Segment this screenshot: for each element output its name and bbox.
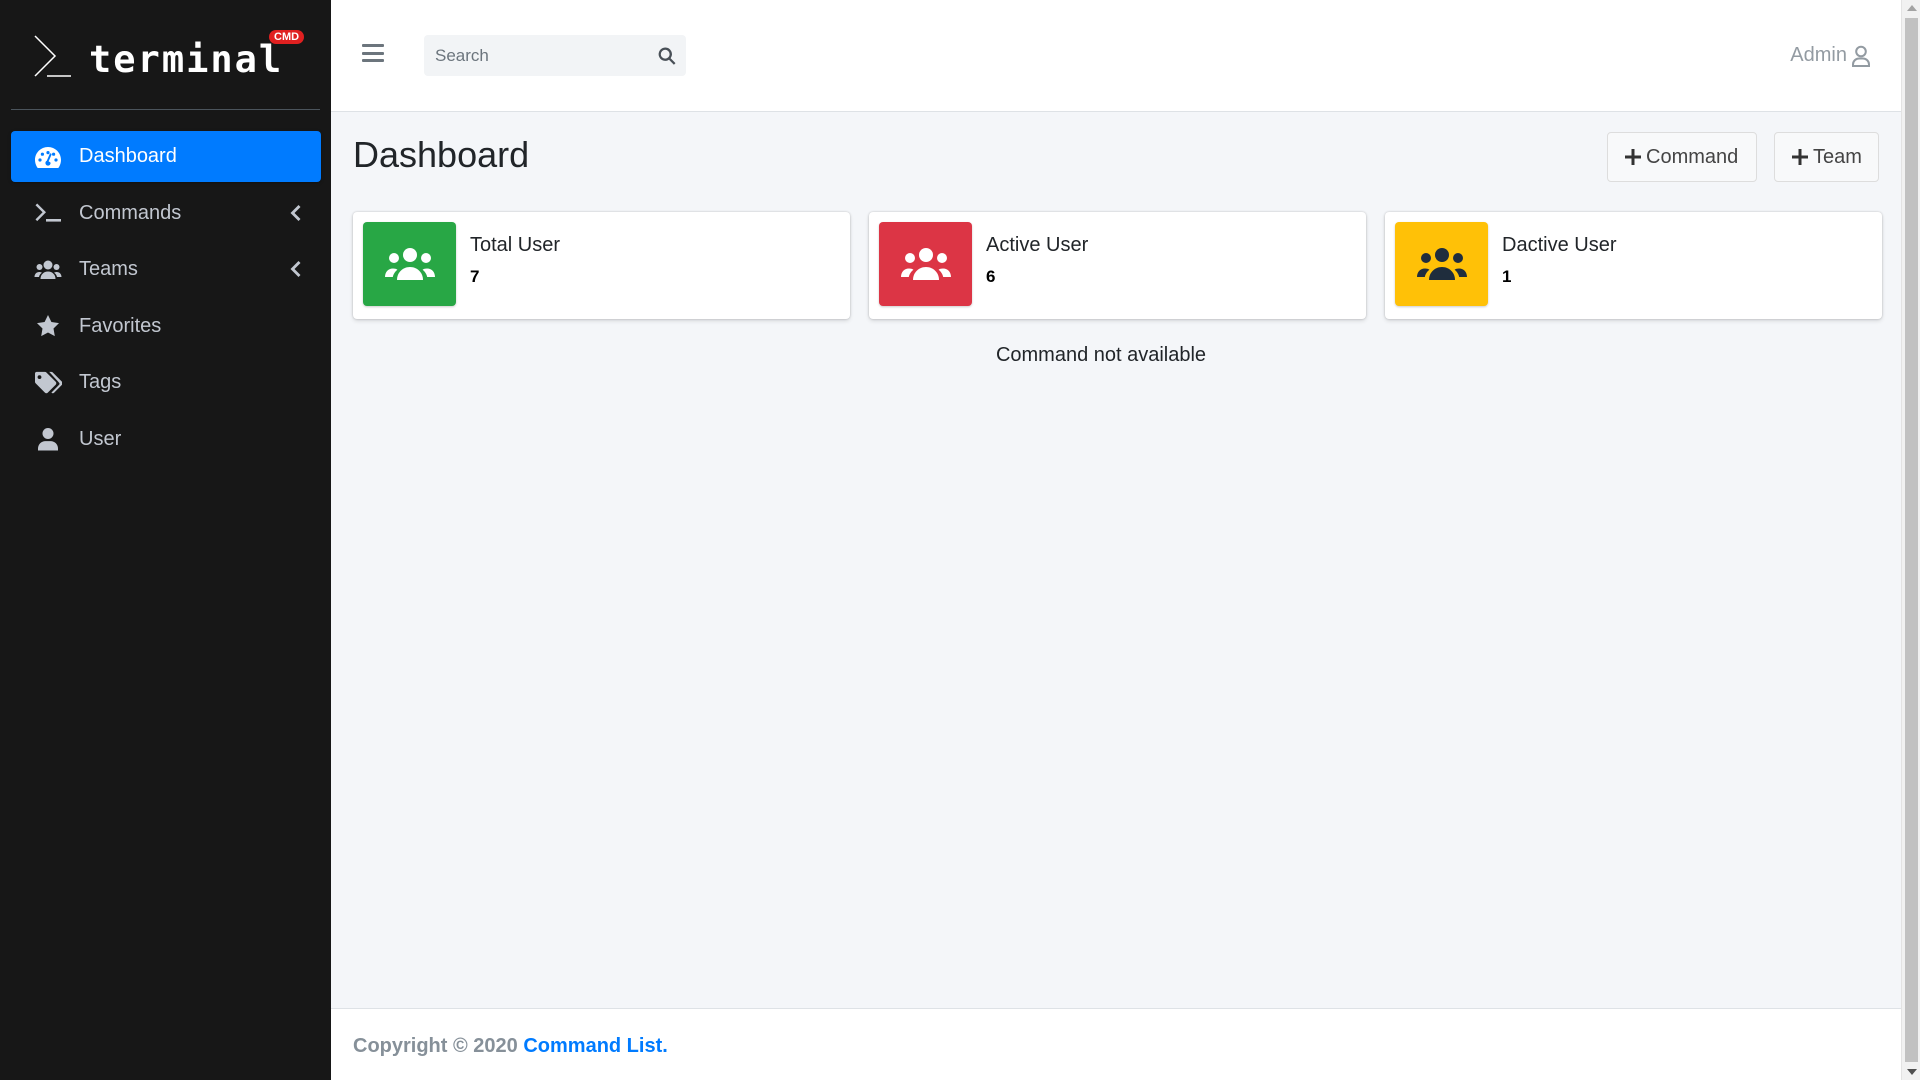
- sidebar-item-favorites[interactable]: Favorites: [11, 301, 321, 352]
- chevron-left-icon: [289, 260, 301, 278]
- sidebar: terminal CMD Dashboard Commands Teams Fa…: [0, 0, 331, 1080]
- stat-icon-box: [879, 222, 972, 306]
- footer-link[interactable]: Command List: [523, 1035, 662, 1057]
- empty-state-message: Command not available: [995, 344, 1207, 366]
- sidebar-item-teams[interactable]: Teams: [11, 244, 321, 295]
- sidebar-item-tags[interactable]: Tags: [11, 357, 321, 408]
- users-icon: [900, 248, 951, 280]
- menu-toggle-icon[interactable]: [362, 44, 384, 62]
- plus-icon: [1625, 149, 1641, 165]
- search-icon[interactable]: [654, 43, 680, 69]
- sidebar-item-label: Dashboard: [79, 145, 177, 167]
- copyright-suffix: .: [662, 1035, 668, 1057]
- terminal-icon: [33, 201, 63, 225]
- stat-card-dactive-user: Dactive User 1: [1385, 212, 1882, 319]
- users-icon: [33, 258, 63, 282]
- sidebar-item-dashboard[interactable]: Dashboard: [11, 131, 321, 182]
- terminal-prompt-icon: [34, 35, 71, 77]
- tachometer-icon: [33, 145, 63, 169]
- copyright: Copyright © 2020 Command List.: [353, 1035, 668, 1058]
- sidebar-item-label: Teams: [79, 258, 138, 280]
- user-menu-label: Admin: [1790, 44, 1847, 66]
- user-icon: [33, 427, 63, 451]
- footer: Copyright © 2020 Command List.: [331, 1008, 1901, 1080]
- stat-label: Dactive User: [1502, 234, 1617, 256]
- scroll-down-arrow-icon[interactable]: [1907, 1069, 1917, 1075]
- stat-value: 7: [470, 267, 480, 286]
- star-icon: [33, 314, 63, 338]
- stat-icon-box: [363, 222, 456, 306]
- chevron-left-icon: [289, 204, 301, 222]
- top-navbar: Admin: [331, 0, 1901, 112]
- search-input[interactable]: [424, 35, 644, 76]
- sidebar-item-label: Favorites: [79, 314, 162, 337]
- add-command-label: Command: [1646, 145, 1739, 168]
- main-content: Dashboard Command Team Total User 7 Acti…: [331, 112, 1901, 1008]
- sidebar-item-label: Commands: [79, 201, 182, 224]
- brand-name: terminal: [89, 38, 284, 81]
- sidebar-item-label: User: [79, 427, 122, 450]
- stat-value: 1: [1502, 267, 1512, 286]
- brand-logo[interactable]: terminal CMD: [33, 30, 305, 81]
- add-command-button[interactable]: Command: [1607, 132, 1757, 182]
- sidebar-item-user[interactable]: User: [11, 414, 321, 465]
- users-icon: [384, 248, 435, 280]
- stat-card-active-user: Active User 6: [869, 212, 1366, 319]
- stat-label: Active User: [986, 234, 1089, 256]
- sidebar-nav: Dashboard Commands Teams Favorites Tags …: [11, 131, 321, 470]
- stat-icon-box: [1395, 222, 1488, 306]
- sidebar-item-label: Tags: [79, 371, 122, 393]
- stat-label: Total User: [470, 234, 561, 256]
- copyright-prefix: Copyright © 2020: [353, 1035, 524, 1057]
- user-menu[interactable]: Admin: [1790, 44, 1871, 67]
- user-outline-icon: [1852, 45, 1870, 67]
- scroll-up-arrow-icon[interactable]: [1907, 5, 1917, 11]
- stat-value: 6: [986, 267, 996, 286]
- add-team-button[interactable]: Team: [1774, 132, 1879, 182]
- page-title: Dashboard: [353, 134, 530, 175]
- scrollbar-thumb[interactable]: [1905, 18, 1918, 1062]
- add-team-label: Team: [1813, 145, 1862, 168]
- tags-icon: [33, 371, 63, 395]
- sidebar-item-commands[interactable]: Commands: [11, 188, 321, 239]
- brand[interactable]: terminal CMD: [11, 0, 320, 110]
- plus-icon: [1792, 149, 1808, 165]
- brand-badge: CMD: [269, 30, 305, 44]
- stat-card-total-user: Total User 7: [353, 212, 850, 319]
- search-box: [424, 35, 686, 76]
- vertical-scrollbar[interactable]: [1901, 0, 1920, 1080]
- users-icon: [1416, 248, 1467, 280]
